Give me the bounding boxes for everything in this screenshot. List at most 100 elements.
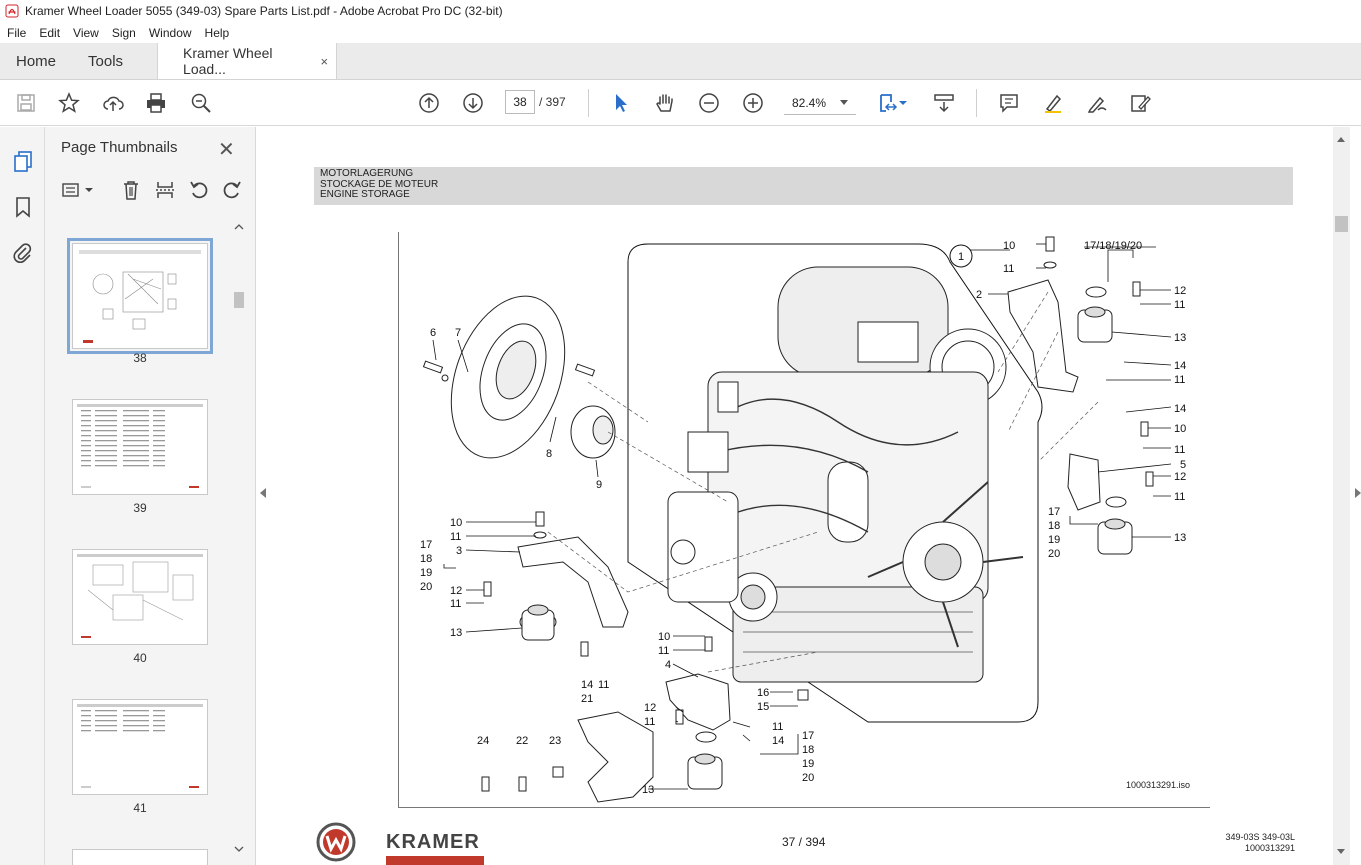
callout-label: 13 [450, 627, 462, 639]
toolbar-divider [976, 89, 977, 117]
heading-de: MOTORLAGERUNG [320, 168, 414, 179]
callout-label: 20 [802, 772, 814, 784]
star-icon[interactable] [57, 91, 81, 115]
thumbnail-page-number: 39 [133, 501, 147, 515]
menu-window[interactable]: Window [142, 26, 198, 40]
callout-label: 7 [455, 327, 461, 339]
save-icon[interactable] [14, 91, 38, 115]
callout-label: 13 [1174, 532, 1186, 544]
page-thumbnails-icon[interactable] [11, 149, 35, 173]
callout-label: 10 [1174, 423, 1186, 435]
upload-cloud-icon[interactable] [101, 91, 125, 115]
toolbar-divider [588, 89, 589, 117]
document-scrollbar[interactable] [1333, 127, 1350, 865]
callout-label: 5 [1180, 459, 1186, 471]
page-thumbnails-panel: Page Thumbnails ✕ 38 39 40 41 [45, 127, 256, 865]
reference-line: 1000313291 [1244, 843, 1295, 853]
zoom-level-select[interactable]: 82.4% [784, 91, 856, 115]
bookmark-icon[interactable] [11, 195, 35, 219]
callout-label: 17 [802, 730, 814, 742]
zoom-out-icon[interactable] [697, 91, 721, 115]
rubber-mount [687, 731, 723, 790]
scroll-down-icon[interactable] [234, 844, 244, 854]
heading-fr: STOCKAGE DE MOTEUR [320, 178, 439, 190]
callout-label: 11 [1174, 444, 1185, 456]
menu-help[interactable]: Help [198, 26, 236, 40]
page-thumbnail[interactable] [72, 399, 208, 495]
brand-bar [386, 856, 484, 865]
section-heading: MOTORLAGERUNG STOCKAGE DE MOTEUR ENGINE … [314, 167, 1293, 205]
window-title: Kramer Wheel Loader 5055 (349-03) Spare … [25, 4, 503, 18]
edit-tools-icon[interactable] [1128, 91, 1152, 115]
tab-document[interactable]: Kramer Wheel Load... × [157, 43, 338, 79]
rubber-mount [483, 581, 557, 641]
scroll-up-icon[interactable] [234, 222, 244, 232]
attachment-paperclip-icon[interactable] [11, 241, 35, 265]
current-page-input[interactable]: 38 [505, 90, 535, 114]
page-thumbnail[interactable] [72, 849, 208, 865]
highlight-pen-icon[interactable] [1041, 91, 1065, 115]
rotate-clockwise-icon[interactable] [221, 179, 243, 201]
fit-page-dropdown-icon[interactable] [897, 91, 909, 115]
collapse-left-panel-icon[interactable] [260, 488, 266, 498]
menu-edit[interactable]: Edit [32, 26, 66, 40]
thumbnail-preview [77, 404, 203, 488]
thumbnail-preview [79, 250, 201, 343]
page-thumbnail[interactable] [67, 238, 213, 354]
exploded-parts-diagram: 1 2 3 4 5 6 7 8 9 10 10 10 10 11 11 11 1… [420, 236, 1186, 803]
callout-label: 21 [581, 693, 593, 705]
rubber-mount [1097, 496, 1133, 555]
tab-close-icon[interactable]: × [320, 54, 328, 69]
zoom-in-icon[interactable] [741, 91, 765, 115]
reference-line: 349-03S 349-03L [1225, 832, 1295, 842]
options-menu-icon[interactable] [61, 179, 83, 201]
thumbnail-preview [77, 704, 203, 788]
callout-label: 1 [958, 251, 964, 263]
menu-view[interactable]: View [66, 26, 105, 40]
scroll-up-icon[interactable] [1337, 137, 1345, 142]
extract-pages-icon[interactable] [154, 179, 176, 201]
page-thumbnail[interactable] [72, 699, 208, 795]
panel-title: Page Thumbnails [61, 139, 178, 156]
page-total: / 397 [539, 95, 566, 109]
delete-trash-icon[interactable] [120, 179, 142, 201]
rotate-counterclockwise-icon[interactable] [188, 179, 210, 201]
callout-label: 9 [596, 479, 602, 491]
menu-sign[interactable]: Sign [105, 26, 142, 40]
comment-icon[interactable] [997, 91, 1021, 115]
thumbnails-scrollbar[interactable] [232, 222, 246, 858]
engine-assembly [667, 266, 1024, 683]
scrollbar-thumb[interactable] [1335, 216, 1348, 232]
page-thumbnail[interactable] [72, 549, 208, 645]
menu-file[interactable]: File [0, 26, 32, 40]
print-icon[interactable] [144, 91, 168, 115]
thumbnail-page-number: 41 [133, 801, 147, 815]
scroll-mode-icon[interactable] [932, 91, 956, 115]
tab-home[interactable]: Home [0, 43, 72, 79]
tab-bar: Home Tools Kramer Wheel Load... × [0, 43, 1361, 80]
panel-close-icon[interactable]: ✕ [218, 137, 235, 162]
zoom-search-icon[interactable] [189, 91, 213, 115]
callout-label: 16 [757, 687, 769, 699]
callout-label: 12 [450, 585, 462, 597]
hand-tool-icon[interactable] [653, 91, 677, 115]
thumbnail-preview [77, 554, 203, 638]
callout-label: 17 [420, 539, 432, 551]
select-cursor-icon[interactable] [609, 91, 633, 115]
callout-label: 18 [802, 744, 814, 756]
scroll-down-icon[interactable] [1337, 849, 1345, 854]
callout-label: 12 [1174, 285, 1186, 297]
tab-tools[interactable]: Tools [72, 43, 139, 79]
brand-wordmark: KRAMER [386, 831, 480, 853]
expand-right-panel-icon[interactable] [1355, 488, 1361, 498]
chevron-down-icon[interactable] [84, 179, 94, 201]
previous-page-icon[interactable] [417, 91, 441, 115]
bolt [422, 360, 449, 382]
sign-pen-icon[interactable] [1085, 91, 1109, 115]
right-lower-bracket [1067, 421, 1154, 511]
scrollbar-thumb[interactable] [234, 292, 244, 308]
callout-label: 12 [644, 702, 656, 714]
next-page-icon[interactable] [461, 91, 485, 115]
thumbnail-page-number: 40 [133, 651, 147, 665]
heading-en: ENGINE STORAGE [320, 189, 410, 200]
